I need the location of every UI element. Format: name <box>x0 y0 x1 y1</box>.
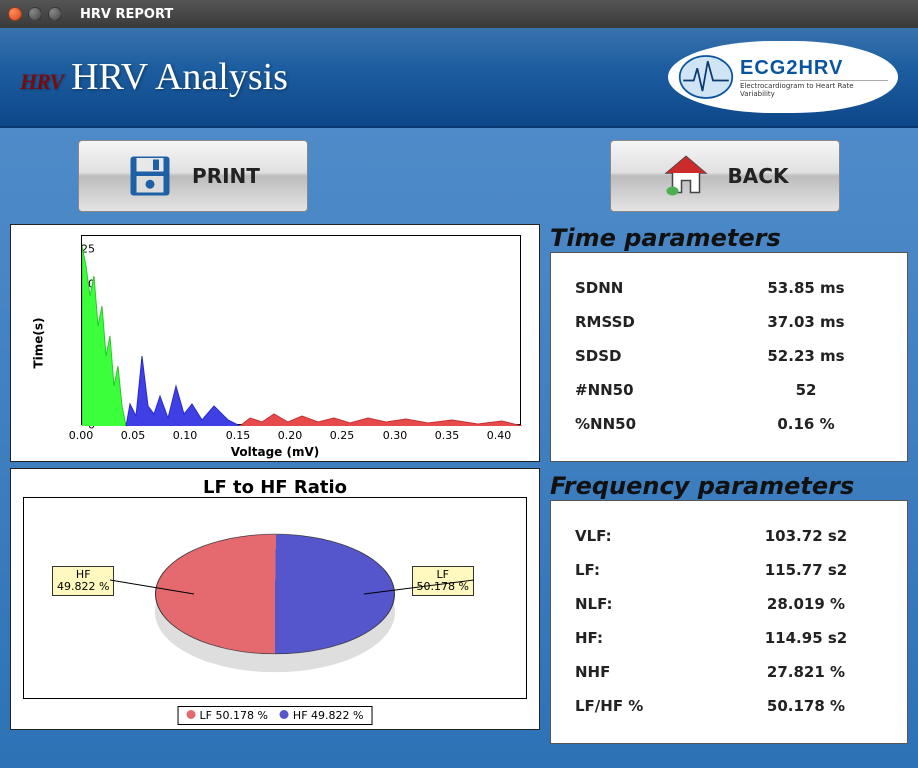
brand-badge: ECG2HRV Electrocardiogram to Heart Rate … <box>668 41 898 113</box>
content-area: PRINT BACK Time(s) Voltage (mV) 0 5 10 1… <box>0 128 918 768</box>
brand-name: ECG2HRV <box>740 57 888 80</box>
save-disk-icon <box>126 152 174 200</box>
param-row: %NN500.16 % <box>575 407 883 441</box>
spectrum-chart: Time(s) Voltage (mV) 0 5 10 15 20 25 0.0… <box>10 224 540 462</box>
home-icon <box>662 152 710 200</box>
param-row: RMSSD37.03 ms <box>575 305 883 339</box>
window-maximize-button[interactable] <box>48 7 62 21</box>
hrv-logo: HRV <box>20 69 63 95</box>
param-row: LF:115.77 s2 <box>575 553 883 587</box>
back-button[interactable]: BACK <box>610 140 840 212</box>
print-button[interactable]: PRINT <box>78 140 308 212</box>
window-minimize-button[interactable] <box>28 7 42 21</box>
param-row: SDNN53.85 ms <box>575 271 883 305</box>
window-titlebar: HRV REPORT <box>0 0 918 28</box>
pie-legend: LF 50.178 % HF 49.822 % <box>178 706 373 725</box>
page-title: HRV Analysis <box>71 55 288 99</box>
param-row: NHF27.821 % <box>575 655 883 689</box>
param-row: HF:114.95 s2 <box>575 621 883 655</box>
param-row: NLF:28.019 % <box>575 587 883 621</box>
back-button-label: BACK <box>728 164 789 188</box>
spectrum-ylabel: Time(s) <box>32 317 46 368</box>
pie-chart: LF to HF Ratio HF49.822 % LF50.178 % <box>10 468 540 730</box>
window-title: HRV REPORT <box>80 7 173 22</box>
frequency-parameters-box: VLF:103.72 s2 LF:115.77 s2 NLF:28.019 % … <box>550 500 908 744</box>
pie-leader-lines <box>24 498 526 698</box>
param-row: LF/HF %50.178 % <box>575 689 883 723</box>
spectrum-xlabel: Voltage (mV) <box>231 445 320 459</box>
param-row: VLF:103.72 s2 <box>575 519 883 553</box>
time-parameters-title: Time parameters <box>550 224 908 252</box>
pie-title: LF to HF Ratio <box>17 475 533 498</box>
frequency-parameters-title: Frequency parameters <box>550 472 908 500</box>
brand-tagline: Electrocardiogram to Heart Rate Variabil… <box>740 80 888 98</box>
spectrum-plot <box>81 235 521 425</box>
param-row: SDSD52.23 ms <box>575 339 883 373</box>
time-parameters-box: SDNN53.85 ms RMSSD37.03 ms SDSD52.23 ms … <box>550 252 908 462</box>
app-header: HRV HRV Analysis ECG2HRV Electrocardiogr… <box>0 28 918 128</box>
param-row: #NN5052 <box>575 373 883 407</box>
ecg-logo-icon <box>678 49 734 105</box>
window-close-button[interactable] <box>8 7 22 21</box>
print-button-label: PRINT <box>192 164 260 188</box>
